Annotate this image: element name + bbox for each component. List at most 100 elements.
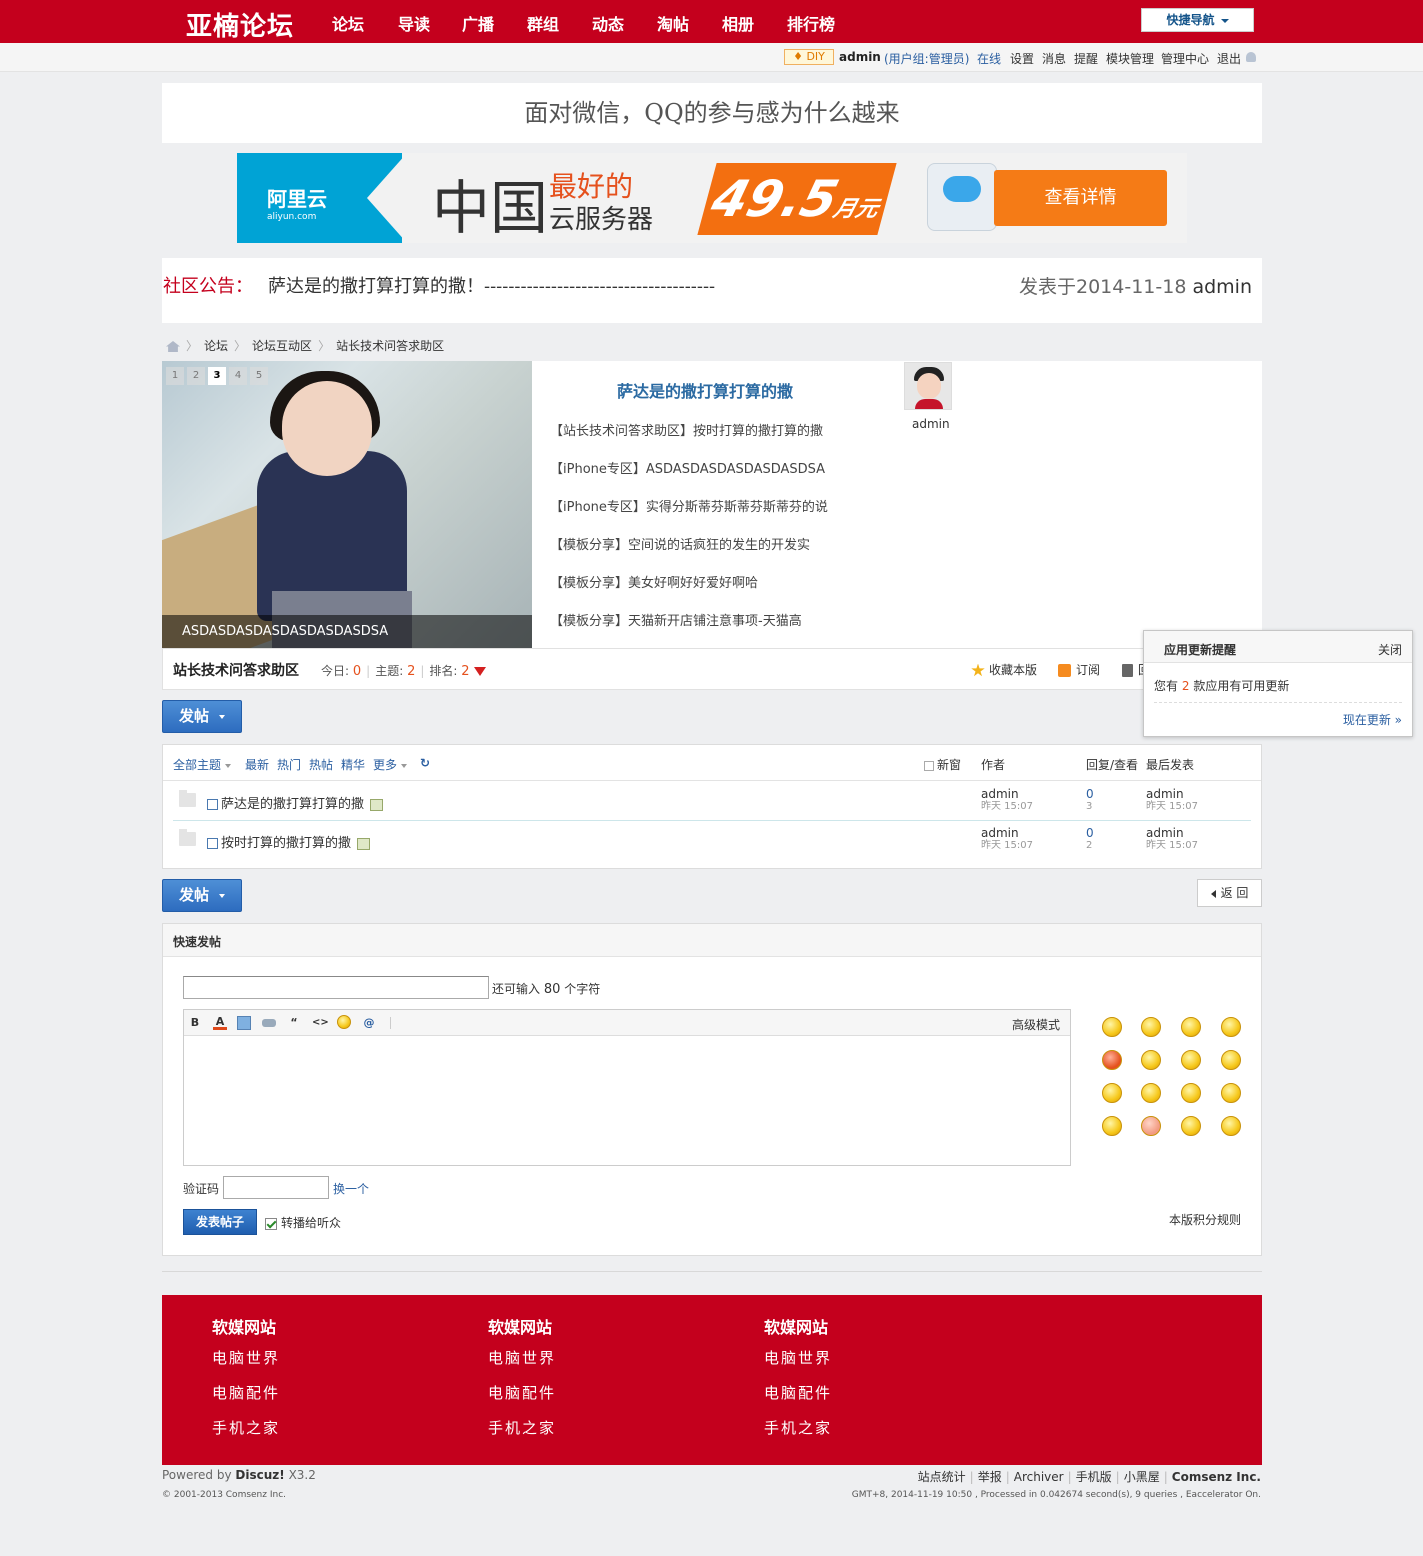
smiley-icon[interactable]	[1181, 1050, 1201, 1070]
slide-page-2[interactable]: 2	[187, 367, 205, 385]
logout-link[interactable]: 退出	[1217, 50, 1241, 67]
new-post-button[interactable]: 发帖	[162, 879, 242, 912]
company-link[interactable]: Comsenz Inc.	[1172, 1470, 1261, 1484]
feature-item[interactable]: 【模板分享】美女好啊好好爱好啊哈	[550, 572, 758, 591]
smiley-icon[interactable]	[1102, 1050, 1122, 1070]
archiver-link[interactable]: Archiver	[1014, 1470, 1064, 1484]
smiley-icon[interactable]	[1221, 1083, 1241, 1103]
quick-nav-button[interactable]: 快捷导航	[1141, 8, 1254, 32]
message-editor[interactable]: B A “ <> @ 高级模式	[183, 1009, 1071, 1166]
link-icon[interactable]	[262, 1019, 276, 1027]
image-icon[interactable]	[237, 1016, 251, 1030]
subscribe-button[interactable]: 订阅	[1058, 661, 1100, 678]
font-color-button[interactable]: A	[213, 1016, 227, 1030]
credit-rules-link[interactable]: 本版积分规则	[1169, 1211, 1241, 1228]
slide-page-5[interactable]: 5	[250, 367, 268, 385]
smiley-icon[interactable]	[1102, 1083, 1122, 1103]
diy-button[interactable]: ♦ DIY	[784, 49, 834, 65]
report-link[interactable]: 举报	[978, 1470, 1002, 1484]
feature-item[interactable]: 【iPhone专区】实得分斯蒂芬斯蒂芬斯蒂芬的说	[550, 496, 828, 515]
nav-ranking[interactable]: 排行榜	[787, 11, 835, 35]
aliyun-ad-banner[interactable]: 阿里云 aliyun.com 中国 最好的 云服务器 49.5月元 查看详情	[237, 153, 1187, 243]
feature-title[interactable]: 萨达是的撒打算打算的撒	[617, 378, 793, 402]
headline-banner[interactable]: 面对微信，QQ的参与感为什么越来	[162, 83, 1262, 143]
ad-details-button[interactable]: 查看详情	[994, 170, 1167, 226]
new-window-checkbox[interactable]	[924, 760, 934, 771]
footer-link[interactable]: 电脑世界	[212, 1347, 332, 1382]
code-button[interactable]: <>	[312, 1016, 329, 1030]
online-status[interactable]: 在线	[977, 50, 1001, 67]
powered-brand[interactable]: Discuz!	[235, 1468, 284, 1482]
footer-link[interactable]: 手机之家	[764, 1417, 884, 1452]
mention-button[interactable]: @	[362, 1016, 376, 1030]
user-group-link[interactable]: (用户组:管理员)	[884, 50, 969, 67]
smiley-icon[interactable]	[1102, 1017, 1122, 1037]
filter-hot-threads[interactable]: 热帖	[309, 756, 333, 773]
footer-link[interactable]: 电脑配件	[764, 1382, 884, 1417]
nav-activity[interactable]: 动态	[592, 11, 624, 35]
nav-guide[interactable]: 导读	[398, 11, 430, 35]
bold-button[interactable]: B	[188, 1016, 202, 1030]
thread-author-name[interactable]: admin	[981, 787, 1019, 801]
thread-title[interactable]: 按时打算的撒打算的撒	[221, 836, 351, 851]
thread-author-name[interactable]: admin	[981, 826, 1019, 840]
messages-link[interactable]: 消息	[1042, 50, 1066, 67]
quote-button[interactable]: “	[287, 1016, 301, 1030]
smiley-icon[interactable]	[1221, 1116, 1241, 1136]
smiley-icon[interactable]	[1102, 1116, 1122, 1136]
breadcrumb-section[interactable]: 论坛互动区	[252, 339, 312, 353]
user-name-link[interactable]: admin	[839, 50, 881, 64]
thread-select-checkbox[interactable]	[207, 799, 218, 810]
refresh-icon[interactable]: ↻	[420, 756, 430, 770]
advanced-mode-link[interactable]: 高级模式	[1012, 1016, 1060, 1033]
favorite-board-button[interactable]: 收藏本版	[971, 661, 1037, 678]
feature-item[interactable]: 【站长技术问答求助区】按时打算的撒打算的撒	[550, 420, 823, 439]
filter-digest[interactable]: 精华	[341, 756, 365, 773]
feature-item[interactable]: 【模板分享】天猫新开店铺注意事项-天猫高	[550, 610, 802, 629]
back-button[interactable]: 返 回	[1197, 879, 1262, 907]
smiley-icon[interactable]	[1221, 1050, 1241, 1070]
feature-item[interactable]: 【iPhone专区】ASDASDASDASDASDASDSA	[550, 458, 825, 477]
thread-replies[interactable]: 0	[1086, 787, 1094, 801]
site-logo[interactable]: 亚楠论坛	[186, 6, 294, 43]
announcement-text[interactable]: 萨达是的撒打算打算的撒！----------------------------…	[268, 272, 715, 298]
filter-hot[interactable]: 热门	[277, 756, 301, 773]
filter-more[interactable]: 更多	[373, 756, 408, 773]
nav-broadcast[interactable]: 广播	[462, 11, 494, 35]
nav-groups[interactable]: 群组	[527, 11, 559, 35]
nav-forum[interactable]: 论坛	[332, 11, 364, 35]
mobile-link[interactable]: 手机版	[1076, 1470, 1112, 1484]
filter-all-topics[interactable]: 全部主题	[173, 756, 232, 773]
announcement-author[interactable]: admin	[1192, 276, 1252, 298]
footer-link[interactable]: 电脑配件	[488, 1382, 608, 1417]
last-post-author[interactable]: admin	[1146, 787, 1184, 801]
captcha-refresh-link[interactable]: 换一个	[333, 1180, 369, 1197]
thread-replies[interactable]: 0	[1086, 826, 1094, 840]
avatar[interactable]	[904, 362, 952, 410]
smiley-icon[interactable]	[1181, 1017, 1201, 1037]
smiley-icon[interactable]	[1141, 1116, 1161, 1136]
emoji-icon[interactable]	[337, 1015, 351, 1029]
smiley-icon[interactable]	[1181, 1116, 1201, 1136]
nav-album[interactable]: 相册	[722, 11, 754, 35]
thread-select-checkbox[interactable]	[207, 838, 218, 849]
feature-item[interactable]: 【模板分享】空间说的话疯狂的发生的开发实	[550, 534, 810, 553]
slideshow-image[interactable]: ASDASDASDASDASDASDASDSA	[162, 361, 532, 648]
smiley-icon[interactable]	[1141, 1017, 1161, 1037]
new-post-button[interactable]: 发帖	[162, 700, 242, 733]
footer-link[interactable]: 电脑世界	[764, 1347, 884, 1382]
stats-link[interactable]: 站点统计	[918, 1470, 966, 1484]
breadcrumb-board[interactable]: 站长技术问答求助区	[336, 339, 444, 353]
slide-page-1[interactable]: 1	[166, 367, 184, 385]
block-manage-link[interactable]: 模块管理	[1106, 50, 1154, 67]
update-now-link[interactable]: 现在更新 »	[1343, 711, 1402, 728]
filter-latest[interactable]: 最新	[245, 756, 269, 773]
subject-input[interactable]	[183, 976, 489, 999]
popup-close-button[interactable]: 关闭	[1378, 641, 1402, 658]
new-window-toggle[interactable]: 新窗	[924, 756, 961, 773]
captcha-input[interactable]	[223, 1176, 329, 1199]
smiley-icon[interactable]	[1141, 1050, 1161, 1070]
footer-link[interactable]: 手机之家	[488, 1417, 608, 1452]
admin-center-link[interactable]: 管理中心	[1161, 50, 1209, 67]
footer-link[interactable]: 电脑世界	[488, 1347, 608, 1382]
